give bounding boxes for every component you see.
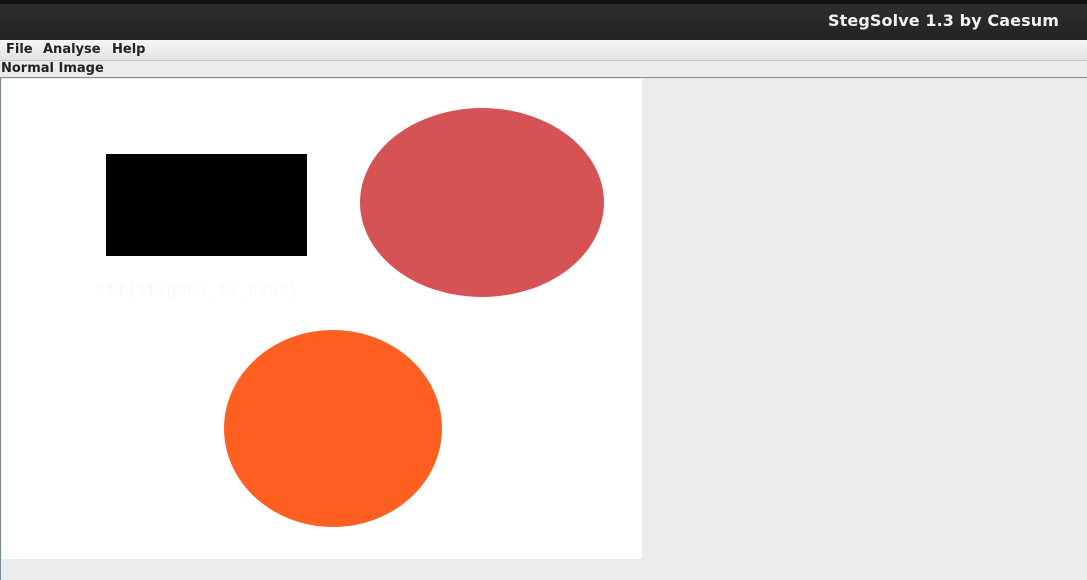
image-canvas: ctf{st3g0h3_1s_n3at} [2,79,642,559]
image-mode-label: Normal Image [1,61,104,76]
menu-analyse[interactable]: Analyse [43,42,101,57]
menu-file[interactable]: File [6,42,33,57]
window-title: StegSolve 1.3 by Caesum [828,11,1059,30]
hidden-text: ctf{st3g0h3_1s_n3at} [96,280,299,299]
orange-ellipse [224,330,442,527]
menu-bar: File Analyse Help [0,40,1087,61]
red-ellipse [360,108,604,297]
black-rectangle [106,154,307,256]
image-viewport[interactable]: ctf{st3g0h3_1s_n3at} [0,77,1087,580]
menu-help[interactable]: Help [112,42,145,57]
title-bar: StegSolve 1.3 by Caesum [0,0,1087,40]
